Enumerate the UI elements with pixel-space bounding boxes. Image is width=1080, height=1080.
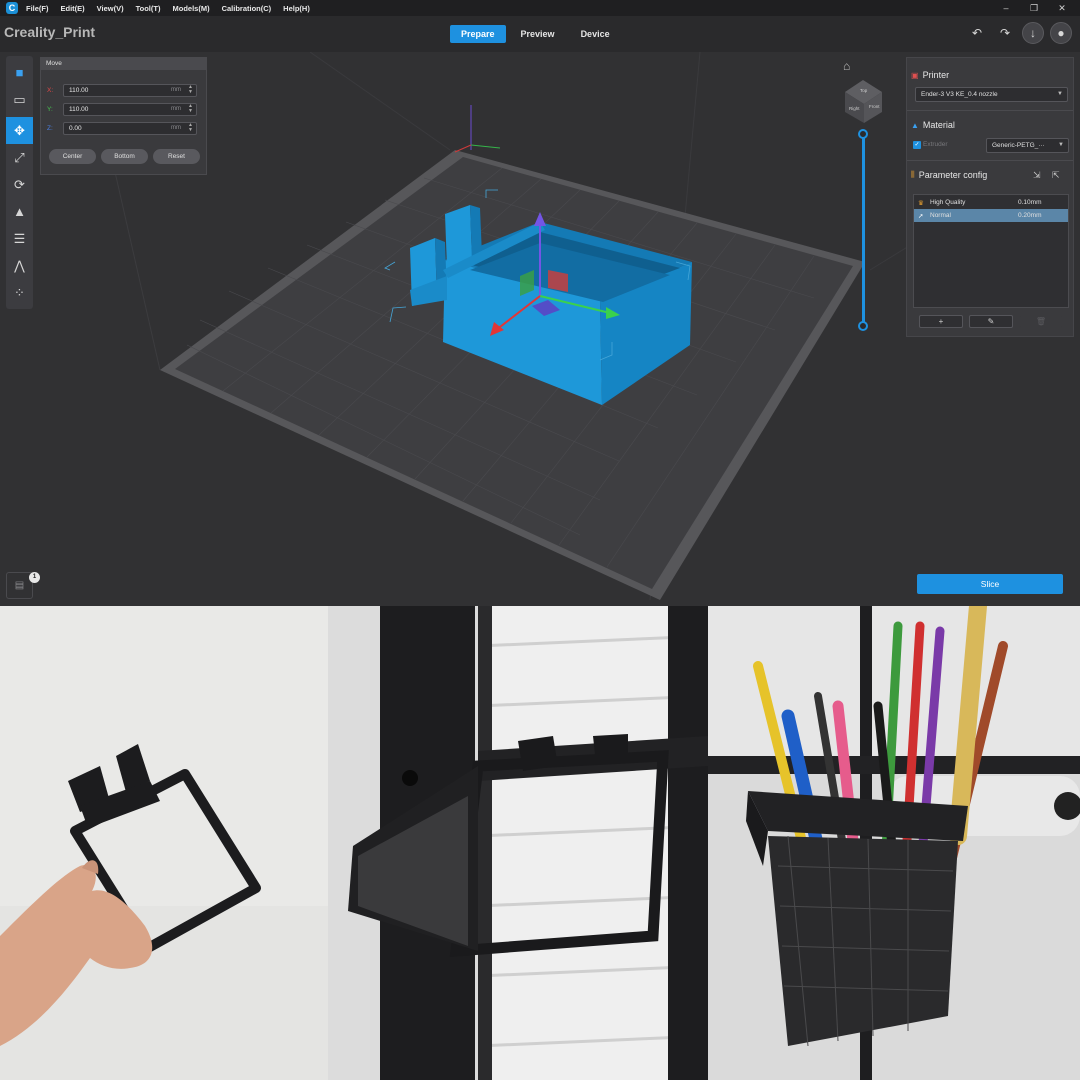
layer-slider-track[interactable] bbox=[862, 134, 865, 326]
move-panel-title: Move bbox=[41, 58, 206, 70]
x-spin-icon[interactable]: ▲ ▼ bbox=[188, 84, 193, 95]
z-row: Z: 0.00 mm ▲ ▼ bbox=[47, 121, 199, 135]
center-button[interactable]: Center bbox=[49, 149, 96, 164]
printer-section-title: ▣ Printer bbox=[911, 70, 950, 80]
printer-select[interactable]: Ender-3 V3 KE_0.4 nozzle ▼ bbox=[915, 87, 1068, 102]
x-unit: mm bbox=[171, 86, 181, 93]
maximize-button[interactable]: ❐ bbox=[1020, 0, 1048, 16]
undo-icon[interactable]: ↶ bbox=[966, 22, 988, 44]
z-unit: mm bbox=[171, 124, 181, 131]
mode-tabs: Prepare Preview Device bbox=[450, 25, 625, 43]
printer-settings-panel: ▣ Printer Ender-3 V3 KE_0.4 nozzle ▼ ▲ M… bbox=[906, 57, 1074, 337]
z-input[interactable]: 0.00 mm ▲ ▼ bbox=[63, 121, 197, 135]
close-button[interactable]: ✕ bbox=[1048, 0, 1076, 16]
param-row-high-quality[interactable]: ♛ High Quality 0.10mm bbox=[914, 196, 1068, 209]
chevron-down-icon: ▼ bbox=[1057, 91, 1063, 97]
material-section-title: ▲ Material bbox=[911, 120, 955, 130]
print-bed bbox=[175, 157, 853, 589]
menu-models[interactable]: Models(M) bbox=[172, 4, 209, 13]
view-cube[interactable] bbox=[845, 80, 882, 123]
left-toolbar: ■ ▭ ✥ ⤢ ⟳ ▲ ☰ ⋀ ⁘ bbox=[6, 56, 33, 309]
z-value: 0.00 bbox=[69, 124, 82, 132]
split-icon[interactable]: ☰ bbox=[6, 225, 33, 252]
tab-prepare[interactable]: Prepare bbox=[450, 25, 506, 43]
reset-button[interactable]: Reset bbox=[153, 149, 200, 164]
slice-button[interactable]: Slice bbox=[917, 574, 1063, 594]
view-cube-left-label: Right bbox=[849, 106, 860, 111]
menu-tool[interactable]: Tool(T) bbox=[136, 4, 161, 13]
y-label: Y: bbox=[47, 105, 53, 113]
export-icon[interactable]: ⇱ bbox=[1052, 170, 1060, 181]
menu-bar: C File(F) Edit(E) View(V) Tool(T) Models… bbox=[0, 0, 1080, 16]
layer-slider-top-handle[interactable] bbox=[858, 129, 868, 139]
top-right-icons: ↶ ↷ ↓ ● bbox=[960, 22, 1072, 44]
menu-calibration[interactable]: Calibration(C) bbox=[222, 4, 272, 13]
menu-help[interactable]: Help(H) bbox=[283, 4, 310, 13]
photo-hand-holding-part bbox=[0, 606, 328, 1080]
x-input[interactable]: 110.00 mm ▲ ▼ bbox=[63, 83, 197, 97]
photo-part-mounted bbox=[328, 606, 708, 1080]
delete-param-button[interactable]: 🗑 bbox=[1019, 315, 1063, 328]
download-icon[interactable]: ↓ bbox=[1022, 22, 1044, 44]
cube-add-icon[interactable]: ■ bbox=[6, 59, 33, 86]
x-value: 110.00 bbox=[69, 86, 89, 94]
edit-param-button[interactable]: ✎ bbox=[969, 315, 1013, 328]
y-spin-icon[interactable]: ▲ ▼ bbox=[188, 103, 193, 114]
menu-file[interactable]: File(F) bbox=[26, 4, 49, 13]
arrange-icon[interactable]: ⁘ bbox=[6, 279, 33, 306]
param-section-title: ⫼ Parameter config bbox=[911, 170, 988, 180]
menu-edit[interactable]: Edit(E) bbox=[61, 4, 85, 13]
redo-icon[interactable]: ↷ bbox=[994, 22, 1016, 44]
rotate-icon[interactable]: ⟳ bbox=[6, 171, 33, 198]
y-unit: mm bbox=[171, 105, 181, 112]
y-value: 110.00 bbox=[69, 105, 89, 113]
menu-view[interactable]: View(V) bbox=[97, 4, 124, 13]
bottom-button[interactable]: Bottom bbox=[101, 149, 148, 164]
extruder-label: Extruder bbox=[923, 141, 948, 148]
param-config-icon: ⫼ bbox=[911, 170, 915, 179]
material-icon: ▲ bbox=[911, 120, 919, 130]
app-title: Creality_Print bbox=[4, 24, 96, 40]
chevron-down-icon: ▼ bbox=[1058, 142, 1064, 148]
layer-slider-bottom-handle[interactable] bbox=[858, 321, 868, 331]
view-cube-right-label: Front bbox=[869, 104, 880, 109]
import-icon[interactable]: ⇲ bbox=[1033, 170, 1041, 181]
param-row-normal[interactable]: ➚ Normal 0.20mm bbox=[914, 209, 1068, 222]
material-select[interactable]: Generic-PETG_··· ▼ bbox=[986, 138, 1069, 153]
home-view-icon[interactable]: ⌂ bbox=[843, 59, 850, 73]
printer-icon: ▣ bbox=[911, 70, 919, 80]
support-icon[interactable]: ⋀ bbox=[6, 252, 33, 279]
y-input[interactable]: 110.00 mm ▲ ▼ bbox=[63, 102, 197, 116]
photo-strip bbox=[0, 606, 1080, 1080]
rocket-icon: ➚ bbox=[918, 212, 924, 220]
creality-print-window: C File(F) Edit(E) View(V) Tool(T) Models… bbox=[0, 0, 1080, 606]
app-logo-icon: C bbox=[6, 2, 18, 14]
z-label: Z: bbox=[47, 124, 53, 132]
crown-icon: ♛ bbox=[918, 199, 924, 207]
title-bar: Creality_Print Prepare Preview Device ↶ … bbox=[0, 16, 1080, 52]
move-panel: Move X: 110.00 mm ▲ ▼ Y: 110.00 mm ▲ ▼ Z: … bbox=[40, 57, 207, 175]
z-spin-icon[interactable]: ▲ ▼ bbox=[188, 122, 193, 133]
notice-count-badge: 1 bbox=[29, 572, 40, 583]
view-cube-top-label: Top bbox=[860, 88, 868, 93]
y-row: Y: 110.00 mm ▲ ▼ bbox=[47, 102, 199, 116]
folder-open-icon[interactable]: ▭ bbox=[6, 86, 33, 113]
minimize-button[interactable]: – bbox=[992, 0, 1020, 16]
lay-flat-icon[interactable]: ▲ bbox=[6, 198, 33, 225]
x-label: X: bbox=[47, 86, 54, 94]
window-controls: – ❐ ✕ bbox=[992, 0, 1076, 16]
scale-icon[interactable]: ⤢ bbox=[6, 144, 33, 171]
add-param-button[interactable]: + bbox=[919, 315, 963, 328]
move-icon[interactable]: ✥ bbox=[6, 117, 33, 144]
extruder-checkbox[interactable]: ✓ bbox=[913, 141, 921, 149]
user-icon[interactable]: ● bbox=[1050, 22, 1072, 44]
x-row: X: 110.00 mm ▲ ▼ bbox=[47, 83, 199, 97]
photo-pen-holder-in-use bbox=[708, 606, 1080, 1080]
param-list: ♛ High Quality 0.10mm ➚ Normal 0.20mm bbox=[913, 194, 1069, 308]
tab-preview[interactable]: Preview bbox=[510, 25, 566, 43]
tab-device[interactable]: Device bbox=[570, 25, 621, 43]
